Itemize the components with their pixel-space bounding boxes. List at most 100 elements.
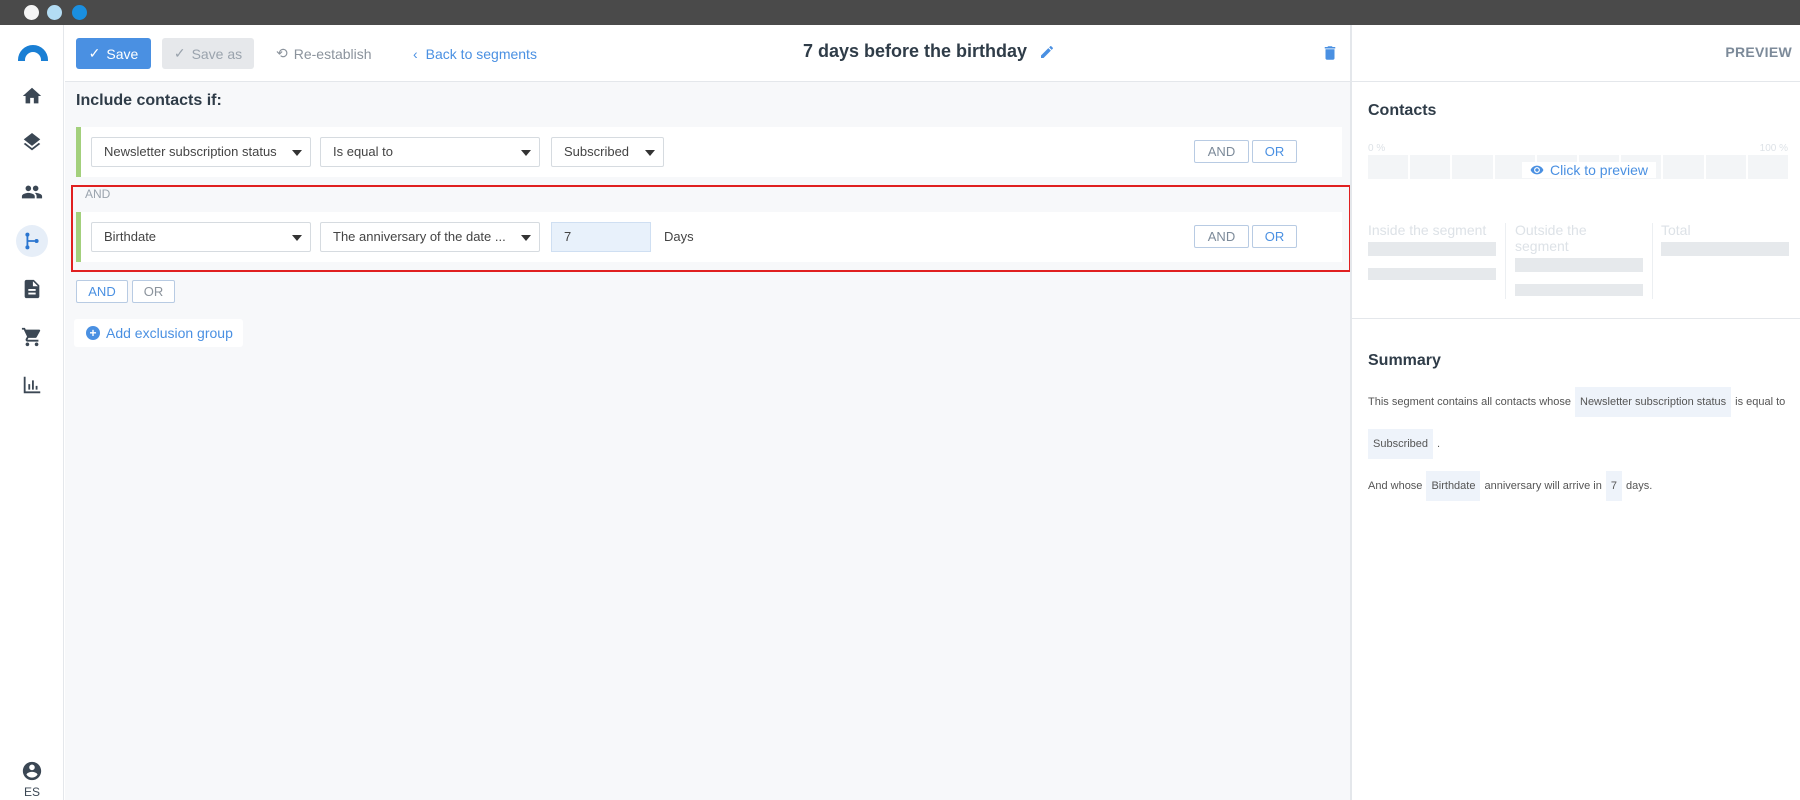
summary-line: Subscribed .: [1368, 429, 1440, 459]
section-divider: [1352, 318, 1800, 319]
segment-title: 7 days before the birthday: [803, 41, 1055, 62]
chart-icon[interactable]: [16, 369, 48, 401]
save-as-button[interactable]: ✓ Save as: [162, 38, 254, 69]
add-or-condition-button[interactable]: OR: [1252, 140, 1297, 163]
reestablish-label: Re-establish: [293, 45, 372, 62]
summary-field-chip: Newsletter subscription status: [1575, 387, 1732, 417]
save-as-button-label: Save as: [191, 45, 243, 62]
outside-segment-stat: Outside the segment: [1515, 222, 1643, 296]
trash-icon: [1324, 46, 1336, 60]
save-button[interactable]: ✓ Save: [76, 38, 151, 69]
click-to-preview-button[interactable]: Click to preview: [1522, 162, 1657, 178]
add-exclusion-group-button[interactable]: + Add exclusion group: [74, 319, 243, 347]
user-avatar-icon: [22, 761, 42, 781]
value-select[interactable]: Subscribed: [551, 137, 664, 167]
edit-pencil-icon[interactable]: [1039, 44, 1055, 60]
preview-panel: PREVIEW Contacts 0 % 100 % Click to prev…: [1350, 25, 1800, 800]
contacts-icon[interactable]: [16, 176, 48, 208]
user-account[interactable]: ES: [18, 760, 46, 799]
skeleton-placeholder: [1661, 242, 1789, 256]
summary-line: And whose Birthdate anniversary will arr…: [1368, 471, 1652, 501]
outside-segment-label: Outside the segment: [1515, 222, 1587, 254]
operator-select[interactable]: Is equal to: [320, 137, 540, 167]
window-close-button[interactable]: [24, 5, 39, 20]
segment-editor: Include contacts if: Newsletter subscrip…: [65, 82, 1350, 800]
window-titlebar: [0, 0, 1800, 25]
days-unit-label: Days: [664, 229, 694, 244]
cart-icon[interactable]: [16, 321, 48, 353]
and-separator: AND: [85, 187, 111, 201]
back-label: Back to segments: [425, 45, 537, 62]
skeleton-placeholder: [1515, 284, 1643, 296]
field-select-value: Birthdate: [104, 229, 157, 244]
operator-select[interactable]: The anniversary of the date ...: [320, 222, 540, 252]
preview-header-label: PREVIEW: [1725, 44, 1792, 60]
days-input[interactable]: 7: [551, 222, 651, 252]
segment-title-text: 7 days before the birthday: [803, 41, 1028, 61]
summary-text: anniversary will arrive in: [1484, 480, 1602, 492]
click-to-preview-label: Click to preview: [1550, 162, 1649, 178]
total-label: Total: [1661, 222, 1691, 238]
divider: [1505, 223, 1506, 299]
summary-text: days.: [1625, 480, 1653, 492]
caret-down-icon: [645, 150, 655, 156]
summary-text: And whose: [1368, 480, 1423, 492]
caret-down-icon: [292, 150, 302, 156]
layers-icon[interactable]: [16, 128, 48, 160]
window-maximize-button[interactable]: [72, 5, 87, 20]
include-contacts-label: Include contacts if:: [76, 92, 222, 109]
contacts-heading: Contacts: [1368, 102, 1437, 119]
caret-down-icon: [521, 235, 531, 241]
delete-segment-button[interactable]: [1321, 43, 1339, 66]
left-sidebar: ES: [0, 25, 64, 800]
caret-down-icon: [521, 150, 531, 156]
preview-header: PREVIEW: [1352, 25, 1800, 82]
condition-row: Birthdate The anniversary of the date ..…: [76, 212, 1342, 262]
back-to-segments-link[interactable]: ‹ Back to segments: [413, 38, 537, 69]
operator-select-value: Is equal to: [333, 144, 393, 159]
operator-select-value: The anniversary of the date ...: [333, 229, 506, 244]
scale-max-label: 100 %: [1759, 143, 1788, 154]
total-stat: Total: [1661, 222, 1789, 256]
plus-circle-icon: +: [86, 326, 100, 340]
check-icon: ✓: [173, 45, 186, 61]
summary-text: is equal to: [1735, 396, 1786, 408]
add-and-condition-button[interactable]: AND: [1194, 140, 1249, 163]
add-and-condition-button[interactable]: AND: [1194, 225, 1249, 248]
summary-value-chip: 7: [1605, 471, 1622, 501]
field-select[interactable]: Newsletter subscription status: [91, 137, 311, 167]
language-label: ES: [23, 785, 40, 799]
summary-heading: Summary: [1368, 352, 1441, 369]
inside-segment-label: Inside the segment: [1368, 222, 1487, 238]
value-select-value: Subscribed: [564, 144, 630, 159]
summary-field-chip: Birthdate: [1426, 471, 1481, 501]
inside-segment-stat: Inside the segment: [1368, 222, 1496, 280]
summary-value-chip: Subscribed: [1368, 429, 1434, 459]
skeleton-placeholder: [1368, 242, 1496, 256]
segments-icon[interactable]: [16, 225, 48, 257]
add-or-condition-button[interactable]: OR: [1252, 225, 1297, 248]
add-exclusion-label: Add exclusion group: [106, 325, 233, 341]
skeleton-placeholder: [1515, 258, 1643, 272]
summary-text: .: [1437, 438, 1441, 450]
history-icon: ⟲: [276, 45, 288, 61]
divider: [1652, 223, 1653, 299]
add-and-group-button[interactable]: AND: [76, 280, 128, 303]
summary-line: This segment contains all contacts whose…: [1368, 387, 1785, 417]
save-button-label: Save: [106, 45, 139, 62]
condition-row: Newsletter subscription status Is equal …: [76, 127, 1342, 177]
caret-down-icon: [292, 235, 302, 241]
chevron-left-icon: ‹: [413, 45, 418, 62]
add-or-group-button[interactable]: OR: [132, 280, 175, 303]
document-icon[interactable]: [16, 273, 48, 305]
skeleton-placeholder: [1368, 268, 1496, 280]
editor-toolbar: ✓ Save ✓ Save as ⟲ Re-establish ‹ Back t…: [65, 25, 1350, 82]
window-minimize-button[interactable]: [47, 5, 62, 20]
eye-icon: [1530, 165, 1544, 175]
summary-text: This segment contains all contacts whose: [1368, 396, 1571, 408]
home-icon[interactable]: [16, 80, 48, 112]
reestablish-button[interactable]: ⟲ Re-establish: [276, 38, 372, 69]
check-icon: ✓: [88, 45, 101, 61]
field-select[interactable]: Birthdate: [91, 222, 311, 252]
app-logo[interactable]: [18, 45, 48, 61]
